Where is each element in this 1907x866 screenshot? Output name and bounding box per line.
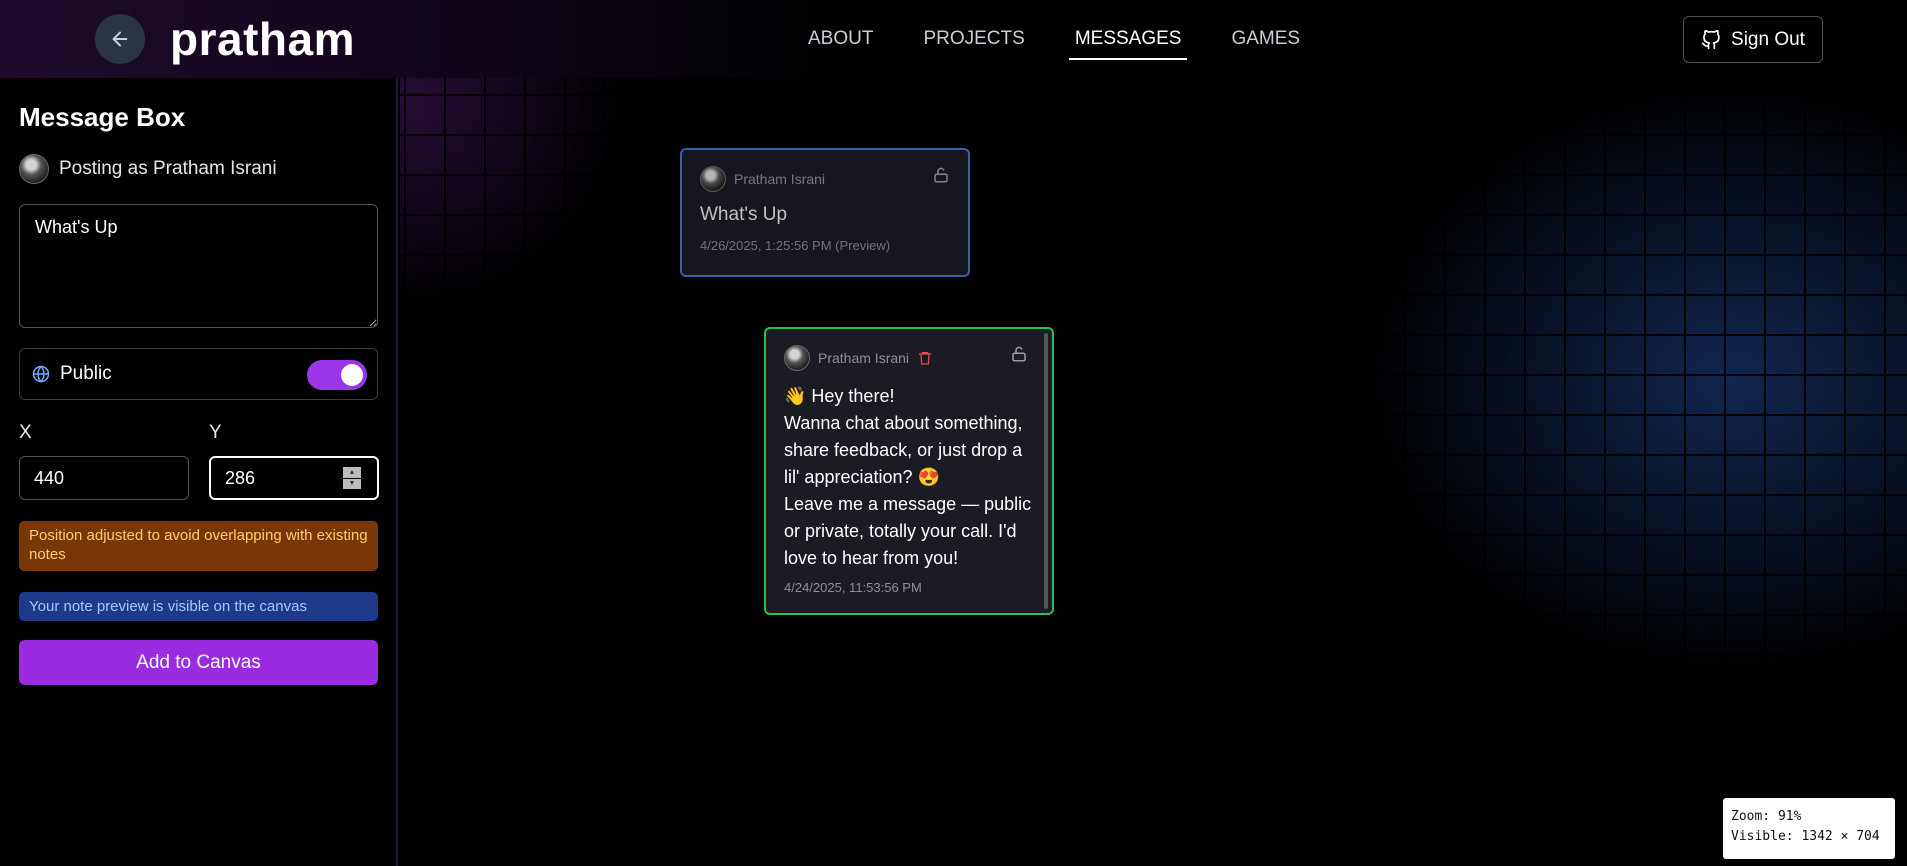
- visibility-row: Public: [19, 348, 378, 400]
- note-body: 👋 Hey there! Wanna chat about something,…: [784, 386, 1032, 568]
- note-header: Pratham Israni: [700, 166, 950, 192]
- message-textarea[interactable]: What's Up: [19, 204, 378, 328]
- trash-icon: [919, 352, 932, 365]
- visible-area: Visible: 1342 × 704: [1731, 829, 1880, 844]
- avatar: [784, 345, 810, 371]
- top-header: pratham ABOUT PROJECTS MESSAGES GAMES Si…: [0, 0, 1907, 78]
- canvas-grid: [400, 78, 1907, 866]
- preview-note[interactable]: Pratham Israni What's Up 4/26/2025, 1:25…: [680, 148, 970, 277]
- stepper-up-icon[interactable]: ▲: [343, 467, 361, 478]
- note-author: Pratham Israni: [734, 171, 826, 187]
- note-header: Pratham Israni: [784, 345, 1034, 371]
- avatar: [19, 154, 49, 184]
- nav-games[interactable]: GAMES: [1231, 28, 1300, 58]
- nav-about[interactable]: ABOUT: [808, 28, 873, 58]
- y-stepper[interactable]: ▲ ▼: [343, 467, 361, 489]
- sign-out-button[interactable]: Sign Out: [1683, 16, 1823, 63]
- globe-icon: [32, 365, 50, 383]
- message-sidebar: Message Box Posting as Pratham Israni Wh…: [0, 78, 398, 866]
- overlap-warning: Position adjusted to avoid overlapping w…: [19, 521, 378, 571]
- message-canvas[interactable]: Pratham Israni What's Up 4/26/2025, 1:25…: [400, 78, 1907, 866]
- nav-projects[interactable]: PROJECTS: [923, 28, 1024, 58]
- note-date: 4/26/2025, 1:25:56 PM (Preview): [700, 238, 891, 253]
- toggle-knob: [341, 364, 363, 386]
- zoom-indicator: Zoom: 91% Visible: 1342 × 704: [1723, 798, 1895, 859]
- delete-note-button[interactable]: [917, 350, 933, 366]
- posting-as-label: Posting as Pratham Israni: [59, 158, 277, 179]
- zoom-level: Zoom: 91%: [1731, 809, 1802, 824]
- preview-info: Your note preview is visible on the canv…: [19, 592, 378, 621]
- arrow-left-icon: [112, 31, 128, 47]
- visibility-label: Public: [60, 363, 112, 384]
- note-date: 4/24/2025, 11:53:56 PM: [784, 580, 922, 595]
- unlock-icon[interactable]: [1010, 345, 1028, 363]
- posting-as: Posting as Pratham Israni: [19, 154, 277, 184]
- note-body: What's Up: [700, 204, 788, 225]
- add-to-canvas-button[interactable]: Add to Canvas: [19, 640, 378, 685]
- sign-out-label: Sign Out: [1731, 28, 1805, 50]
- note-author: Pratham Israni: [818, 350, 910, 366]
- sidebar-title: Message Box: [19, 102, 186, 132]
- avatar: [700, 166, 726, 192]
- site-logo[interactable]: pratham: [170, 12, 355, 66]
- back-button[interactable]: [95, 14, 145, 64]
- y-label: Y: [209, 422, 222, 443]
- message-note[interactable]: Pratham Israni 👋 Hey there! Wanna chat a…: [764, 327, 1054, 615]
- x-label: X: [19, 422, 32, 443]
- nav-messages[interactable]: MESSAGES: [1068, 28, 1188, 60]
- main-nav: ABOUT PROJECTS MESSAGES GAMES: [808, 28, 1300, 60]
- x-input[interactable]: [19, 456, 189, 500]
- unlock-icon[interactable]: [932, 166, 950, 184]
- public-toggle[interactable]: [307, 360, 367, 390]
- github-icon: [1701, 29, 1720, 49]
- stepper-down-icon[interactable]: ▼: [343, 478, 361, 489]
